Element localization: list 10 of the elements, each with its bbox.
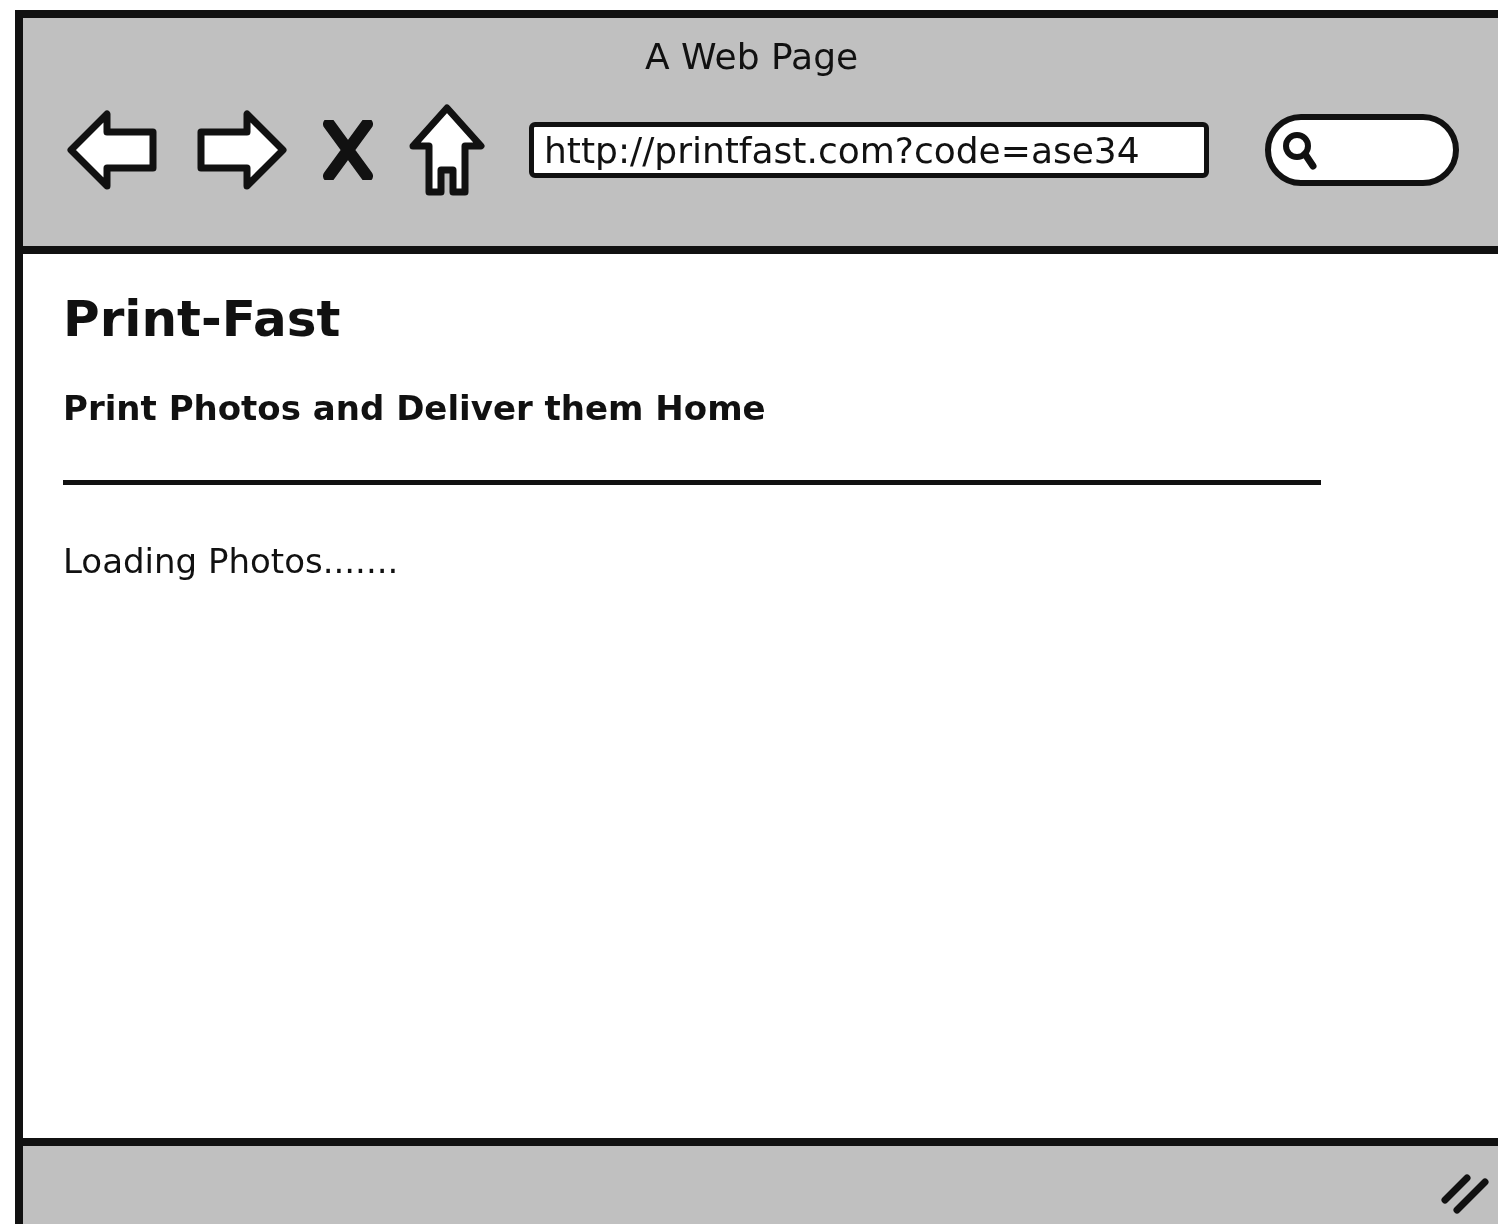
home-icon[interactable] — [409, 104, 485, 196]
close-icon[interactable] — [323, 120, 373, 180]
back-icon[interactable] — [67, 108, 159, 192]
address-bar[interactable]: http://printfast.com?code=ase34 — [529, 122, 1209, 178]
window-title: A Web Page — [644, 35, 860, 79]
page-subtitle: Print Photos and Deliver them Home — [63, 388, 767, 428]
search-icon — [1281, 130, 1317, 170]
loading-text: Loading Photos....... — [63, 541, 400, 581]
forward-icon[interactable] — [195, 108, 287, 192]
page-title: Print-Fast — [63, 290, 342, 348]
